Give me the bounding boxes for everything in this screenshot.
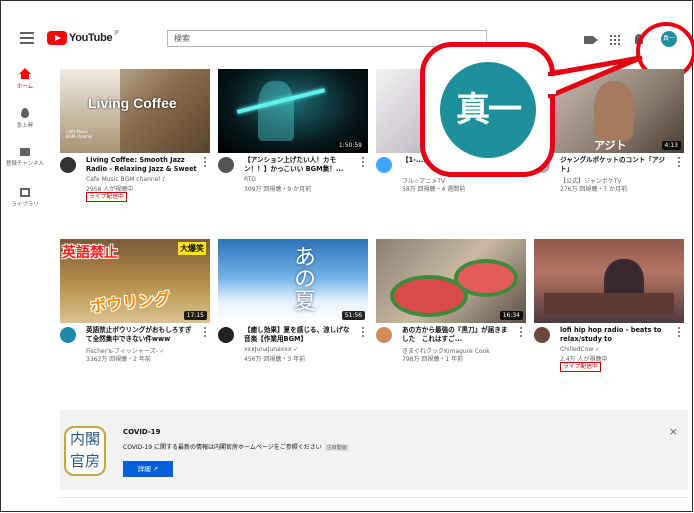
thumbnail-subtitle: ボウリング: [89, 288, 171, 317]
video-thumbnail[interactable]: [534, 239, 684, 323]
video-stats: 456万 回視聴・3 年前: [244, 356, 306, 363]
youtube-play-icon: [47, 31, 67, 45]
more-options-icon[interactable]: [362, 327, 364, 339]
video-card[interactable]: lofi hip hop radio - beats to relax/stud…: [534, 239, 684, 375]
more-options-icon[interactable]: [520, 327, 522, 339]
live-badge: ライブ配信中: [560, 362, 601, 372]
video-meta: ジャングルポケットのコント「アジト」 【公式】ジャンポケTV 276万 回視聴・…: [534, 153, 684, 205]
more-options-icon[interactable]: [204, 327, 206, 339]
video-stats: 276万 回視聴・7 か月前: [560, 186, 628, 193]
video-card[interactable]: 16:34 あの方から最強の『黒刀』が届きました これはすご... きまぐれクッ…: [376, 239, 526, 375]
section-divider: [60, 497, 688, 498]
video-thumbnail[interactable]: あの夏 51:56: [218, 239, 368, 323]
sidebar-item-label: 登録チャンネル: [5, 161, 45, 167]
channel-name[interactable]: RTG: [244, 176, 256, 183]
video-meta: 【癒し効果】夏を感じる、涼しげな音楽【作業用BGM】 xxxJunaJunaxx…: [218, 323, 368, 375]
video-title[interactable]: 【アンション上げたい人！カモン！！】かっこいい BGM集！...: [244, 156, 356, 174]
apps-icon[interactable]: [610, 35, 620, 45]
avatar-zoom-callout: 真一: [420, 42, 555, 177]
youtube-logo[interactable]: YouTube JP: [47, 30, 119, 46]
subscriptions-icon: [20, 148, 30, 156]
video-thumbnail[interactable]: 1:50:59: [218, 69, 368, 153]
covid-text: COVID-19 に関する最新の情報は内閣官房ホームページをご参照ください 注目動…: [123, 444, 349, 451]
sidebar-item-label: ライブラリ: [11, 202, 39, 208]
thumbnail-title: アジト: [594, 139, 627, 152]
library-icon: [20, 188, 30, 197]
cabinet-secretariat-logo: 内閣 官房: [64, 426, 106, 476]
channel-avatar[interactable]: [218, 157, 234, 173]
video-stats: 3362万 回視聴・2 年前: [86, 356, 151, 363]
account-avatar-enlarged: 真一: [440, 62, 536, 158]
channel-avatar[interactable]: [60, 327, 76, 343]
video-card[interactable]: あの夏 51:56 【癒し効果】夏を感じる、涼しげな音楽【作業用BGM】 xxx…: [218, 239, 368, 375]
thumbnail-title: 英語禁止: [62, 245, 118, 261]
channel-avatar[interactable]: [534, 327, 550, 343]
thumbnail-badge: 大爆笑: [178, 242, 206, 255]
sidebar-item-library[interactable]: ライブラリ: [1, 188, 49, 208]
video-title[interactable]: 英語禁止ボウリングがおもしろすぎて全然集中できない件www: [86, 326, 198, 344]
video-stats: 798万 回視聴・1 年前: [402, 356, 464, 363]
callout-pointer: [548, 56, 643, 99]
video-duration: 4:13: [661, 141, 681, 150]
video-duration: 51:56: [341, 311, 365, 320]
more-options-icon[interactable]: [678, 157, 680, 169]
more-options-icon[interactable]: [362, 157, 364, 169]
video-duration: 17:15: [183, 311, 207, 320]
covid-title: COVID-19: [123, 428, 161, 436]
more-options-icon[interactable]: [204, 157, 206, 169]
video-title[interactable]: ジャングルポケットのコント「アジト」: [560, 156, 672, 174]
channel-avatar[interactable]: [376, 157, 392, 173]
trending-icon: [21, 108, 29, 118]
channel-name[interactable]: ChilledCow ✓: [560, 346, 600, 353]
video-duration: 16:34: [499, 311, 523, 320]
video-thumbnail[interactable]: Living Coffee Cafe Music BGM channel: [60, 69, 210, 153]
video-duration: 1:50:59: [335, 141, 365, 150]
channel-avatar[interactable]: [376, 327, 392, 343]
covid-info-panel: 内閣 官房 COVID-19 COVID-19 に関する最新の情報は内閣官房ホー…: [60, 410, 688, 490]
video-thumbnail[interactable]: 16:34: [376, 239, 526, 323]
video-meta: あの方から最強の『黒刀』が届きました これはすご... きまぐれクックKimag…: [376, 323, 526, 375]
thumbnail-title: Living Coffee: [88, 95, 177, 111]
sidebar-item-subscriptions[interactable]: 登録チャンネル: [1, 148, 49, 167]
thumbnail-title: あの夏: [290, 245, 315, 311]
video-meta: lofi hip hop radio - beats to relax/stud…: [534, 323, 684, 375]
sidebar-item-label: 急上昇: [16, 123, 34, 129]
channel-avatar[interactable]: [60, 157, 76, 173]
close-icon[interactable]: ×: [669, 425, 678, 438]
video-card[interactable]: Living Coffee Cafe Music BGM channel Liv…: [60, 69, 210, 205]
sidebar-item-home[interactable]: ホーム: [1, 68, 49, 90]
channel-name[interactable]: xxxJunaJunaxxx ✓: [244, 346, 298, 353]
video-title[interactable]: Living Coffee: Smooth Jazz Radio - Relax…: [86, 156, 198, 174]
details-button[interactable]: 詳細 ↗: [123, 461, 173, 477]
logo-region: JP: [114, 30, 119, 36]
video-title[interactable]: lofi hip hop radio - beats to relax/stud…: [560, 326, 672, 344]
video-stats: 309万 回視聴・9 か月前: [244, 186, 312, 193]
video-stats: 58万 回視聴・4 週間前: [402, 186, 466, 193]
masthead: YouTube JP 検索 真一: [1, 22, 692, 58]
video-meta: 【アンション上げたい人！カモン！！】かっこいい BGM集！... RTG 309…: [218, 153, 368, 205]
more-options-icon[interactable]: [678, 327, 680, 339]
logo-text: YouTube: [69, 32, 113, 44]
video-meta: Living Coffee: Smooth Jazz Radio - Relax…: [60, 153, 210, 205]
video-title[interactable]: 【癒し効果】夏を感じる、涼しげな音楽【作業用BGM】: [244, 326, 356, 344]
video-title[interactable]: あの方から最強の『黒刀』が届きました これはすご...: [402, 326, 514, 344]
live-badge: ライブ配信中: [86, 192, 127, 202]
thumbnail-subtitle: Cafe Music BGM channel: [66, 129, 93, 139]
sidebar-item-label: ホーム: [16, 84, 34, 90]
video-meta: 英語禁止ボウリングがおもしろすぎて全然集中できない件www Fischer's-…: [60, 323, 210, 375]
channel-name[interactable]: Cafe Music BGM channel ♪: [86, 176, 166, 183]
video-card[interactable]: 1:50:59 【アンション上げたい人！カモン！！】かっこいい BGM集！...…: [218, 69, 368, 205]
sidebar-item-trending[interactable]: 急上昇: [1, 108, 49, 129]
featured-tag: 注目動画: [324, 444, 349, 451]
create-video-icon[interactable]: [584, 36, 598, 44]
menu-icon[interactable]: [20, 32, 34, 44]
channel-avatar[interactable]: [218, 327, 234, 343]
video-thumbnail[interactable]: 英語禁止 大爆笑 ボウリング 17:15: [60, 239, 210, 323]
video-card[interactable]: 英語禁止 大爆笑 ボウリング 17:15 英語禁止ボウリングがおもしろすぎて全然…: [60, 239, 210, 375]
